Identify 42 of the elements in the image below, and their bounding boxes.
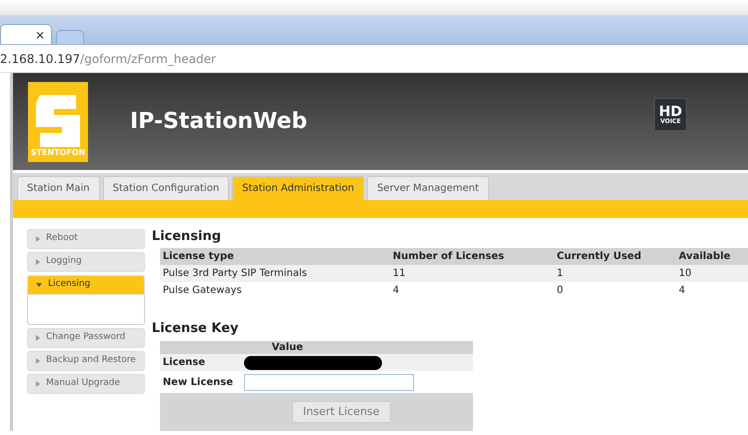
column-header: Value bbox=[272, 341, 304, 356]
nav-tab[interactable]: Station Administration bbox=[232, 176, 364, 200]
caret-right-icon bbox=[36, 236, 40, 242]
sidebar-item[interactable]: Reboot bbox=[27, 229, 145, 249]
nav-tab[interactable]: Station Configuration bbox=[102, 176, 230, 200]
table-cell: 10 bbox=[676, 264, 748, 282]
table-cell-text: 4 bbox=[392, 284, 400, 298]
caret-right-icon bbox=[36, 381, 40, 387]
table-cell: Pulse 3rd Party SIP Terminals bbox=[160, 264, 390, 282]
section-title: Licensing bbox=[152, 229, 222, 245]
app-title: IP-StationWeb bbox=[130, 108, 308, 136]
field-label: New License bbox=[162, 376, 234, 390]
sidebar-item[interactable]: Logging bbox=[27, 252, 145, 272]
table-cell: 11 bbox=[390, 264, 554, 282]
browser-tab[interactable]: × bbox=[0, 24, 52, 44]
sidebar-item[interactable]: Licensing bbox=[27, 275, 145, 295]
caret-down-icon bbox=[36, 283, 42, 287]
logo-mark-icon bbox=[36, 94, 80, 146]
table-cell-text: Pulse Gateways bbox=[162, 284, 243, 298]
column-header: License type bbox=[160, 248, 390, 265]
column-header: Available bbox=[676, 248, 748, 265]
column-header: Currently Used bbox=[554, 248, 676, 265]
caret-right-icon bbox=[36, 335, 40, 341]
new-license-field[interactable] bbox=[244, 374, 414, 391]
brand-name: STENTOFON bbox=[30, 146, 86, 158]
browser-tab[interactable] bbox=[56, 30, 84, 44]
close-icon[interactable]: × bbox=[34, 26, 45, 44]
section-title: License Key bbox=[152, 320, 240, 336]
table-cell-text: 4 bbox=[678, 284, 686, 298]
nav-tab[interactable]: Station Main bbox=[17, 176, 100, 200]
sidebar-item[interactable]: Backup and Restore bbox=[27, 351, 145, 371]
caret-right-icon bbox=[36, 358, 40, 364]
sidebar-item[interactable]: Change Password bbox=[27, 328, 145, 348]
table-cell-text: 0 bbox=[556, 284, 564, 298]
caret-right-icon bbox=[36, 259, 40, 265]
address-text: 2.168.10.197/goform/zForm_header bbox=[0, 50, 216, 68]
sidebar-item[interactable]: Manual Upgrade bbox=[27, 374, 145, 394]
field-label: License bbox=[162, 356, 206, 370]
nav-tab[interactable]: Server Management bbox=[367, 176, 489, 200]
table-cell: 1 bbox=[554, 264, 676, 282]
column-header: Number of Licenses bbox=[390, 248, 554, 265]
insert-license-button[interactable]: Insert License bbox=[292, 400, 391, 424]
